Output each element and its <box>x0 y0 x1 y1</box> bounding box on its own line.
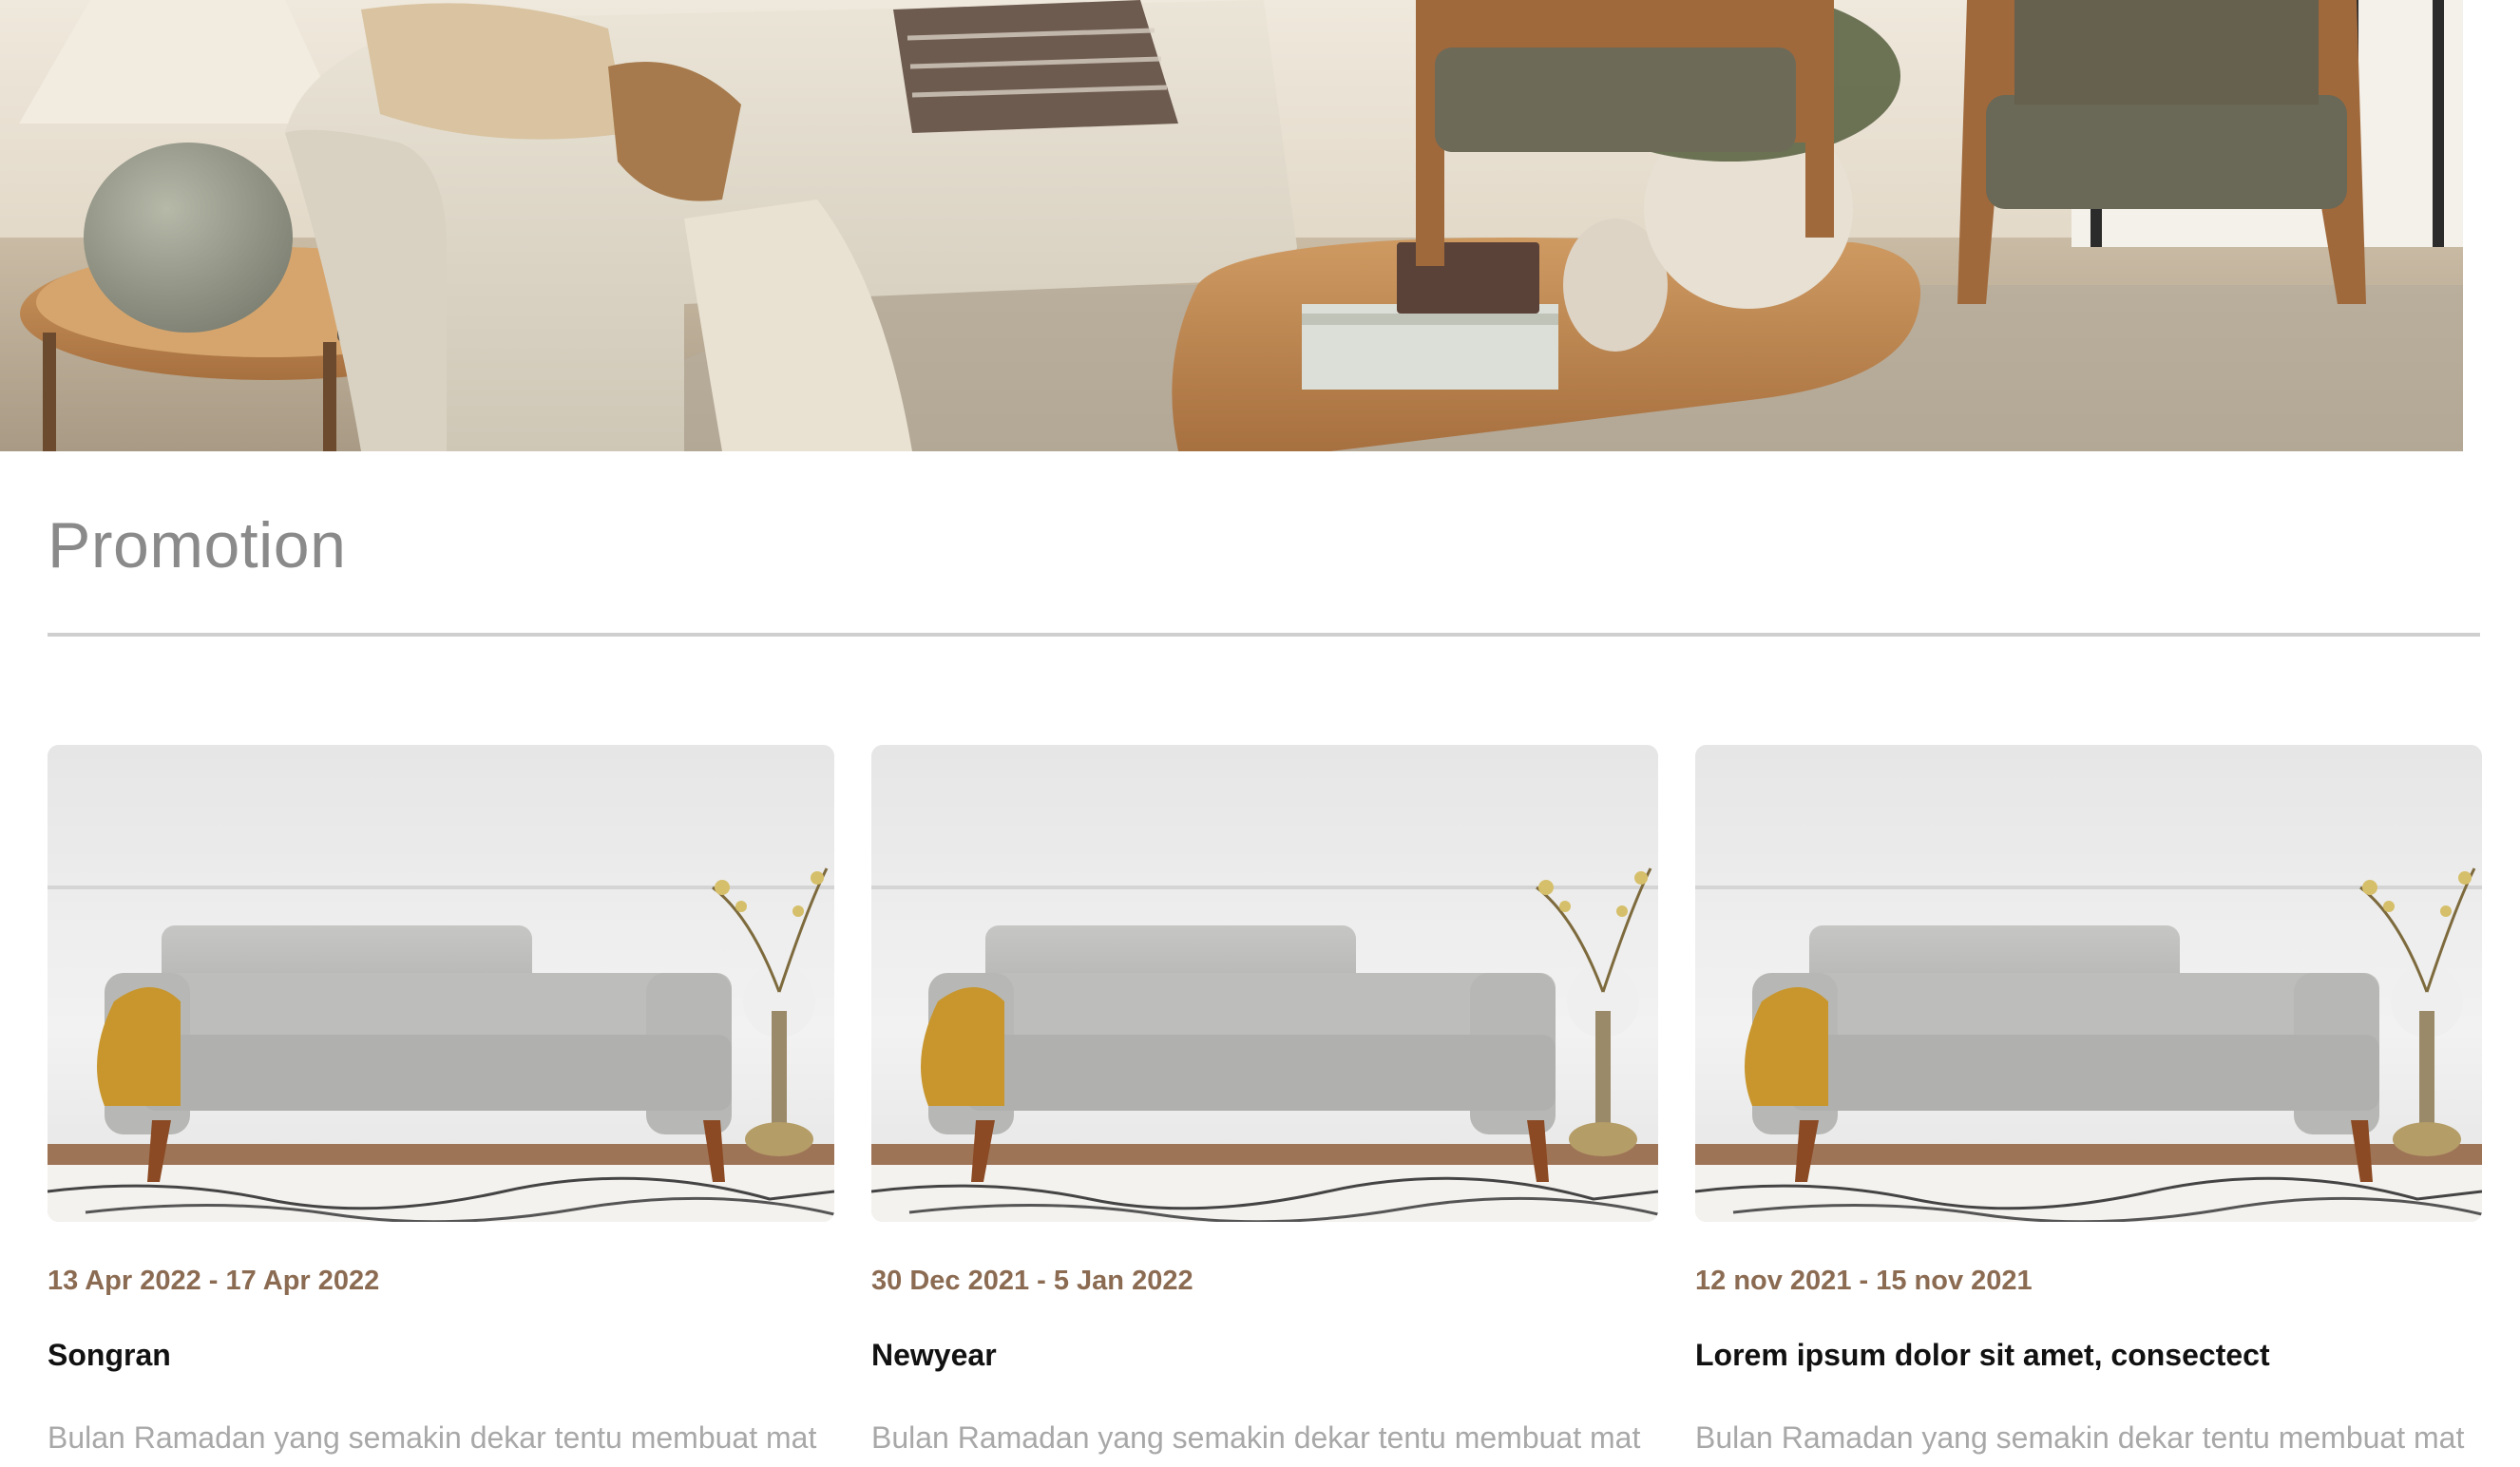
promotion-card[interactable]: 12 nov 2021 - 15 nov 2021 Lorem ipsum do… <box>1695 745 2482 1467</box>
promotion-card-image[interactable] <box>871 745 1658 1222</box>
promotion-date: 13 Apr 2022 - 17 Apr 2022 <box>48 1266 380 1296</box>
promotion-card[interactable]: 30 Dec 2021 - 5 Jan 2022 Newyear Bulan R… <box>871 745 1658 1467</box>
page: Promotion 13 Apr 2022 - 17 Apr 2022 Song… <box>0 0 2520 1467</box>
promotion-title[interactable]: Songran <box>48 1338 171 1373</box>
hero-banner-image <box>0 0 2463 451</box>
section-divider <box>48 633 2480 637</box>
promotion-description: Bulan Ramadan yang semakin dekar tentu m… <box>1695 1420 2465 1455</box>
promotion-card[interactable]: 13 Apr 2022 - 17 Apr 2022 Songran Bulan … <box>48 745 834 1467</box>
promotion-title[interactable]: Lorem ipsum dolor sit amet, consectect <box>1695 1338 2270 1373</box>
promotion-date: 12 nov 2021 - 15 nov 2021 <box>1695 1266 2033 1296</box>
promotion-date: 30 Dec 2021 - 5 Jan 2022 <box>871 1266 1193 1296</box>
promotion-card-image[interactable] <box>48 745 834 1222</box>
promotion-description: Bulan Ramadan yang semakin dekar tentu m… <box>48 1420 817 1455</box>
section-title: Promotion <box>48 509 347 581</box>
sofa-photo <box>871 745 1658 1222</box>
promotion-description: Bulan Ramadan yang semakin dekar tentu m… <box>871 1420 1641 1455</box>
sofa-photo <box>1695 745 2482 1222</box>
promotion-card-list: 13 Apr 2022 - 17 Apr 2022 Songran Bulan … <box>48 745 2482 1467</box>
promotion-card-image[interactable] <box>1695 745 2482 1222</box>
living-room-illustration <box>0 0 2463 451</box>
sofa-photo <box>48 745 834 1222</box>
promotion-title[interactable]: Newyear <box>871 1338 997 1373</box>
